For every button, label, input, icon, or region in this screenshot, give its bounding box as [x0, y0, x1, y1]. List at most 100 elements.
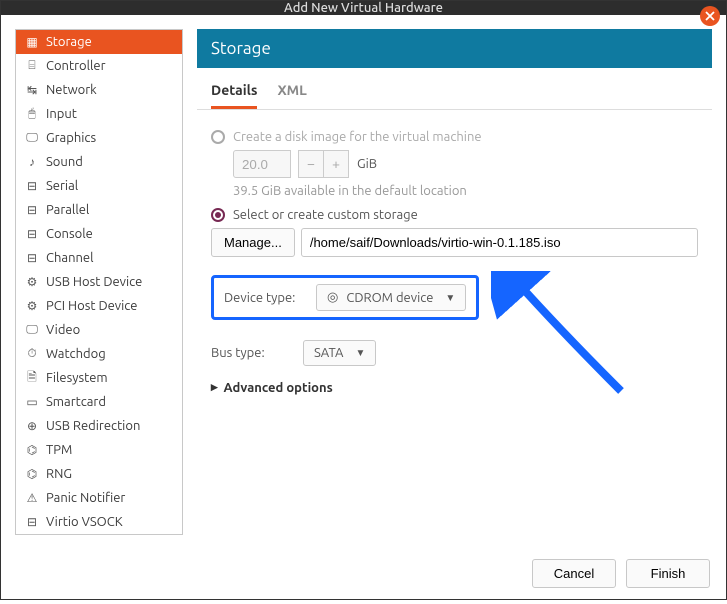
- device-type-label: Device type:: [224, 291, 306, 305]
- cancel-button[interactable]: Cancel: [532, 559, 616, 588]
- sidebar-item-storage[interactable]: ▦ Storage: [16, 30, 182, 54]
- sidebar-item-pci-host[interactable]: ⚙PCI Host Device: [16, 294, 182, 318]
- display-icon: 🖵: [24, 130, 40, 146]
- chevron-right-icon: ▸: [211, 380, 218, 395]
- storage-path-input[interactable]: [301, 228, 698, 257]
- filesystem-icon: 🗎: [24, 370, 40, 386]
- sidebar-item-filesystem[interactable]: 🗎Filesystem: [16, 366, 182, 390]
- sidebar-label: USB Host Device: [46, 275, 142, 289]
- tab-details[interactable]: Details: [211, 82, 257, 109]
- sidebar-label: Video: [46, 323, 80, 337]
- sidebar-label: PCI Host Device: [46, 299, 137, 313]
- manage-button[interactable]: Manage...: [211, 228, 295, 257]
- serial-icon: ⊟: [24, 178, 40, 194]
- parallel-icon: ⊟: [24, 202, 40, 218]
- sidebar-item-usb-redir[interactable]: ⊕ USB Redirection: [16, 414, 182, 438]
- sidebar-item-tpm[interactable]: ⌬ TPM: [16, 438, 182, 462]
- window-title: Add New Virtual Hardware: [284, 1, 443, 15]
- radio-create-label: Create a disk image for the virtual mach…: [233, 130, 482, 144]
- dialog-body: ▦ Storage ⌸ Controller ↹ Network 🖱 Input 🖵Gr…: [1, 15, 726, 549]
- tab-xml[interactable]: XML: [277, 82, 306, 109]
- size-plus: +: [323, 150, 349, 178]
- available-hint: 39.5 GiB available in the default locati…: [233, 184, 698, 198]
- sidebar-item-console[interactable]: ⊟ Console: [16, 222, 182, 246]
- sidebar-item-watchdog[interactable]: ⏱ Watchdog: [16, 342, 182, 366]
- close-icon: [705, 11, 715, 21]
- sidebar-label: Watchdog: [46, 347, 106, 361]
- size-stepper: − +: [299, 150, 349, 178]
- controller-icon: ⌸: [24, 58, 40, 74]
- sidebar-label: Serial: [46, 179, 78, 193]
- usb-icon: ⚙: [24, 274, 40, 290]
- radio-icon: [211, 130, 225, 144]
- sidebar-label: TPM: [46, 443, 72, 457]
- sidebar-label: Sound: [46, 155, 83, 169]
- chevron-down-icon: ▼: [445, 292, 455, 304]
- sidebar-label: Smartcard: [46, 395, 106, 409]
- sidebar-label: Storage: [46, 35, 92, 49]
- panic-icon: ⚠: [24, 490, 40, 506]
- device-type-value: CDROM device: [346, 291, 433, 305]
- advanced-label: Advanced options: [224, 381, 333, 395]
- tabs: Details XML: [197, 68, 712, 110]
- sidebar-item-sound[interactable]: ♪ Sound: [16, 150, 182, 174]
- panel-title: Storage: [197, 29, 712, 68]
- sidebar-item-channel[interactable]: ⊟ Channel: [16, 246, 182, 270]
- finish-button[interactable]: Finish: [626, 559, 710, 588]
- sidebar-item-rng[interactable]: ⌬ RNG: [16, 462, 182, 486]
- sidebar-item-graphics[interactable]: 🖵Graphics: [16, 126, 182, 150]
- bus-type-label: Bus type:: [211, 346, 293, 360]
- channel-icon: ⊟: [24, 250, 40, 266]
- console-icon: ⊟: [24, 226, 40, 242]
- vsock-icon: ⊟: [24, 514, 40, 530]
- mouse-icon: 🖱: [24, 106, 40, 122]
- size-row: − + GiB: [233, 150, 698, 178]
- sidebar-item-controller[interactable]: ⌸ Controller: [16, 54, 182, 78]
- sidebar-label: RNG: [46, 467, 72, 481]
- radio-custom-storage[interactable]: Select or create custom storage: [211, 208, 698, 222]
- bus-type-select[interactable]: SATA ▼: [303, 340, 376, 366]
- close-button[interactable]: [700, 6, 720, 26]
- sound-icon: ♪: [24, 154, 40, 170]
- sidebar-item-network[interactable]: ↹ Network: [16, 78, 182, 102]
- rng-icon: ⌬: [24, 466, 40, 482]
- smartcard-icon: ▭: [24, 394, 40, 410]
- sidebar-label: Input: [46, 107, 77, 121]
- sidebar-label: Virtio VSOCK: [46, 515, 123, 529]
- tpm-icon: ⌬: [24, 442, 40, 458]
- sidebar-label: USB Redirection: [46, 419, 140, 433]
- sidebar-label: Channel: [46, 251, 94, 265]
- sidebar-label: Panic Notifier: [46, 491, 125, 505]
- storage-icon: ▦: [24, 34, 40, 50]
- content: Create a disk image for the virtual mach…: [197, 110, 712, 409]
- footer: Cancel Finish: [1, 549, 726, 604]
- sidebar-item-parallel[interactable]: ⊟ Parallel: [16, 198, 182, 222]
- main-panel: Storage Details XML Create a disk image …: [197, 29, 712, 535]
- advanced-options-toggle[interactable]: ▸ Advanced options: [211, 380, 698, 395]
- sidebar-item-smartcard[interactable]: ▭ Smartcard: [16, 390, 182, 414]
- video-icon: 🖵: [24, 322, 40, 338]
- sidebar-item-vsock[interactable]: ⊟ Virtio VSOCK: [16, 510, 182, 534]
- manage-row: Manage...: [211, 228, 698, 257]
- bus-type-row: Bus type: SATA ▼: [211, 340, 698, 366]
- size-unit: GiB: [357, 157, 377, 171]
- sidebar-item-usb-host[interactable]: ⚙ USB Host Device: [16, 270, 182, 294]
- network-icon: ↹: [24, 82, 40, 98]
- sidebar-label: Console: [46, 227, 93, 241]
- sidebar-item-video[interactable]: 🖵 Video: [16, 318, 182, 342]
- sidebar-label: Network: [46, 83, 97, 97]
- chevron-down-icon: ▼: [356, 347, 366, 359]
- device-type-select[interactable]: ◎ CDROM device ▼: [316, 284, 466, 311]
- watchdog-icon: ⏱: [24, 346, 40, 362]
- usb-redir-icon: ⊕: [24, 418, 40, 434]
- device-type-highlight: Device type: ◎ CDROM device ▼: [211, 275, 479, 320]
- sidebar-label: Controller: [46, 59, 106, 73]
- radio-create-disk[interactable]: Create a disk image for the virtual mach…: [211, 130, 698, 144]
- sidebar-item-panic[interactable]: ⚠ Panic Notifier: [16, 486, 182, 510]
- sidebar-item-serial[interactable]: ⊟ Serial: [16, 174, 182, 198]
- size-minus: −: [298, 150, 324, 178]
- size-input: [233, 150, 291, 178]
- titlebar: Add New Virtual Hardware: [1, 1, 726, 15]
- sidebar-label: Parallel: [46, 203, 89, 217]
- sidebar-item-input[interactable]: 🖱 Input: [16, 102, 182, 126]
